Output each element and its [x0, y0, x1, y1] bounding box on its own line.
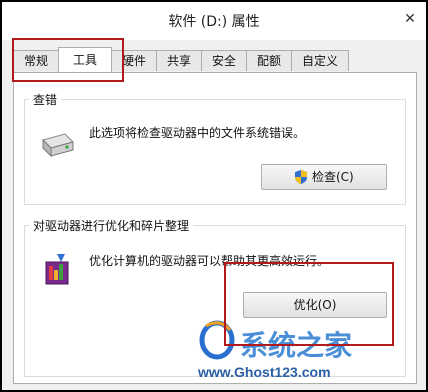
- tab-quota[interactable]: 配额: [246, 50, 292, 71]
- tab-general[interactable]: 常规: [13, 50, 59, 71]
- shield-icon: [295, 170, 307, 184]
- error-check-description: 此选项将检查驱动器中的文件系统错误。: [89, 126, 306, 140]
- tab-hardware[interactable]: 硬件: [111, 50, 157, 71]
- watermark-url: www.Ghost123.com: [198, 364, 331, 380]
- watermark-logo-icon: [199, 320, 235, 360]
- watermark-brand: 系统之家: [240, 329, 353, 362]
- optimize-label: 对驱动器进行优化和碎片整理: [29, 217, 194, 234]
- check-button-label: 检查(C): [312, 170, 354, 184]
- tab-security[interactable]: 安全: [201, 50, 247, 71]
- tab-strip: 常规 工具 硬件 共享 安全 配额 自定义: [13, 47, 413, 72]
- title-bar: 软件 (D:) 属性 ✕: [2, 2, 426, 40]
- window-title: 软件 (D:) 属性: [168, 14, 260, 30]
- error-check-label: 查错: [29, 91, 62, 108]
- tab-customize[interactable]: 自定义: [291, 50, 349, 71]
- properties-window: 软件 (D:) 属性 ✕ 常规 工具 硬件 共享 安全 配额 自定义 查错 此选…: [2, 2, 426, 390]
- optimize-description: 优化计算机的驱动器可以帮助其更高效运行。: [89, 254, 330, 268]
- tab-sharing[interactable]: 共享: [156, 50, 202, 71]
- error-check-group: 查错 此选项将检查驱动器中的文件系统错误。 检查(C): [24, 91, 406, 205]
- close-icon[interactable]: ✕: [402, 11, 418, 27]
- tab-tools[interactable]: 工具: [58, 47, 112, 72]
- optimize-button[interactable]: 优化(O): [243, 292, 387, 318]
- hard-drive-icon: [42, 133, 74, 158]
- defrag-icon: [45, 254, 69, 285]
- check-button[interactable]: 检查(C): [261, 164, 387, 190]
